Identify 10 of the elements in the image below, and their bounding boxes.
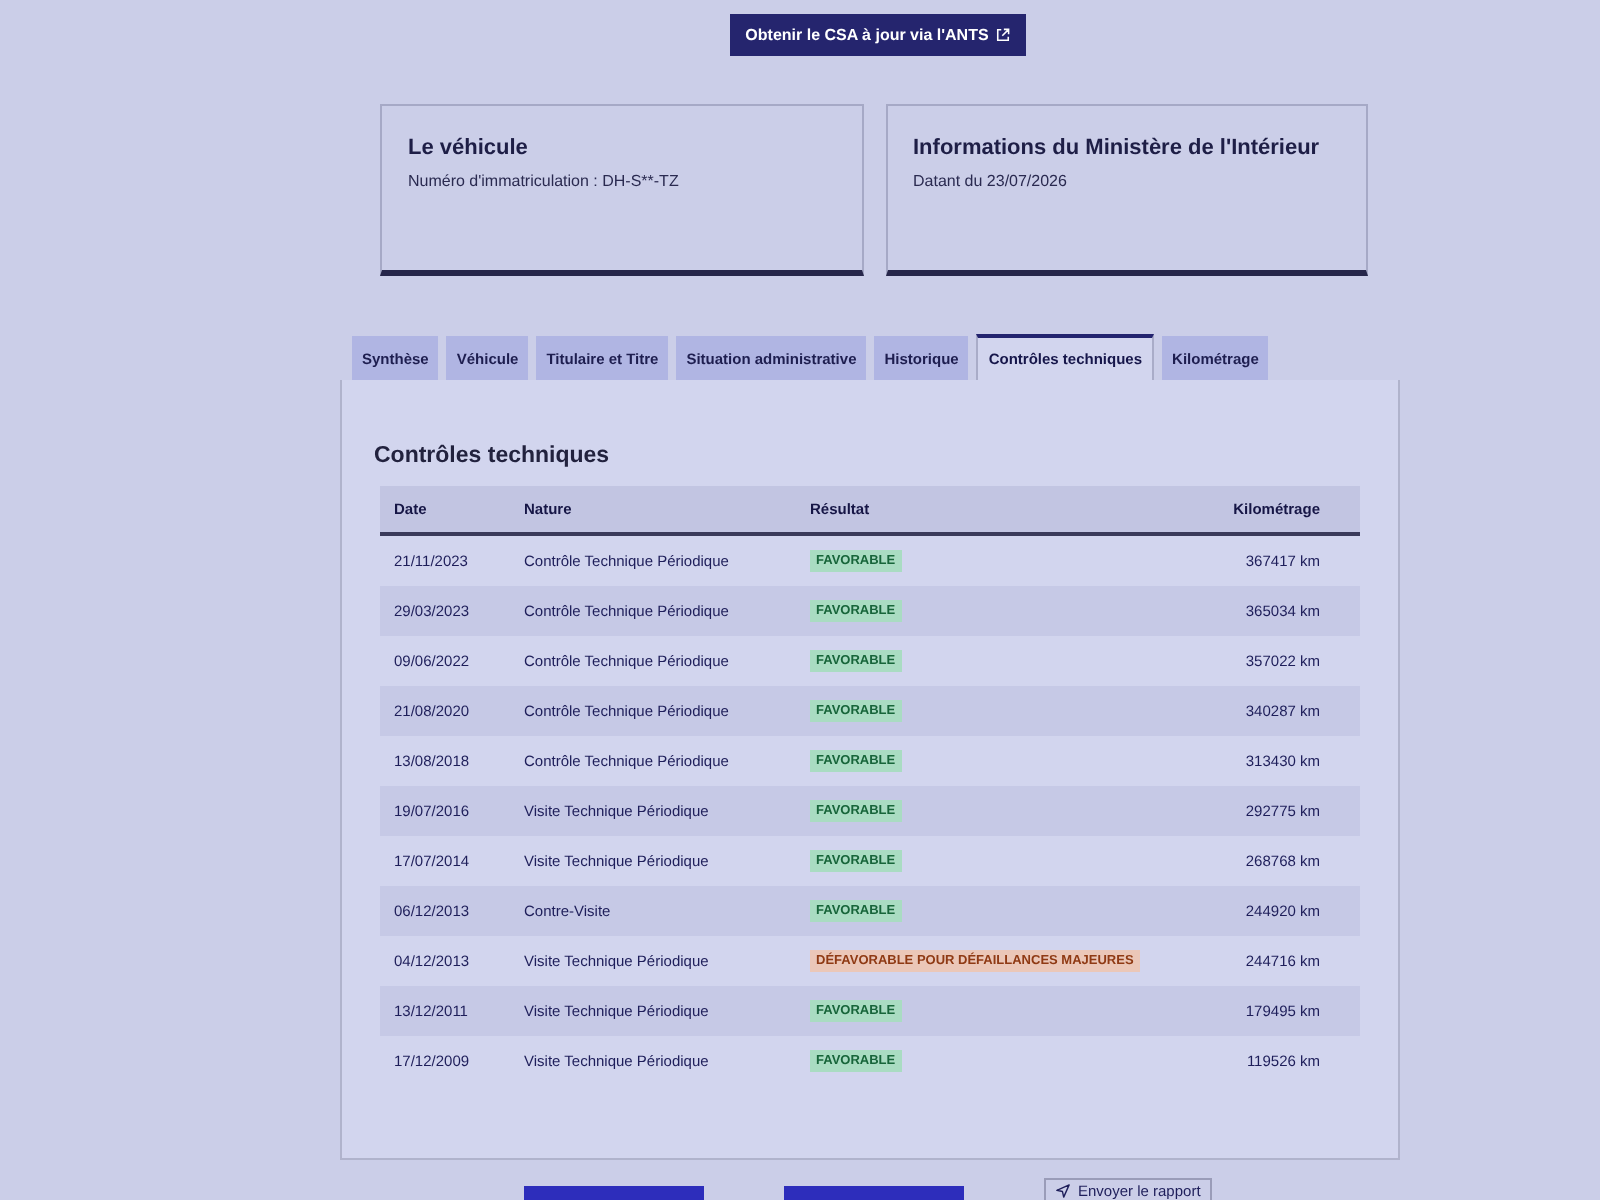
card-title: Informations du Ministère de l'Intérieur [913,136,1322,160]
send-icon [1056,1183,1070,1197]
partial-button[interactable] [784,1186,964,1200]
card-text: Numéro d'immatriculation : DH-S**-TZ [408,172,681,190]
partial-button[interactable] [524,1186,704,1200]
section-title: Contrôles techniques [374,444,612,468]
card-title: Le véhicule [408,136,530,160]
external-link-icon [996,28,1011,42]
ants-link-button[interactable]: Obtenir le CSA à jour via l'ANTS [729,14,1027,56]
card-text: Datant du 23/07/2026 [913,172,1069,190]
